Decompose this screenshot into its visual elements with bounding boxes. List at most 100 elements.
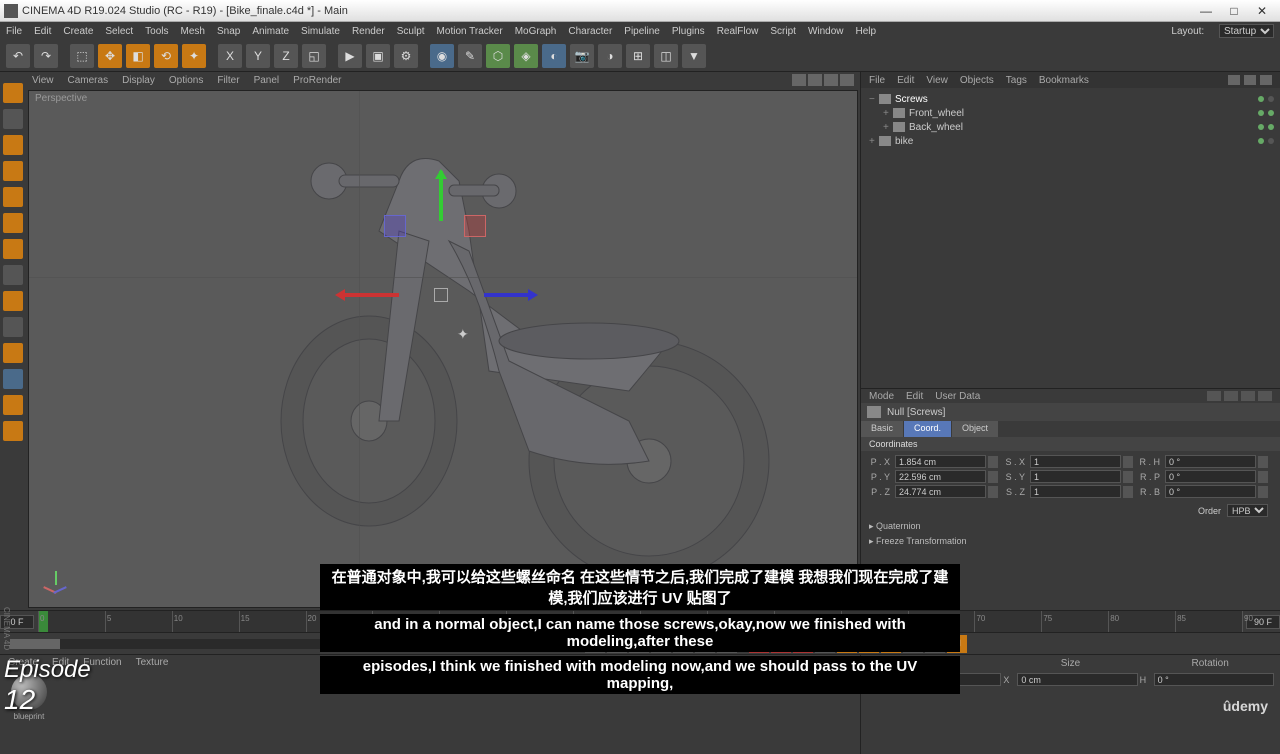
expand-icon[interactable]: − <box>869 94 879 105</box>
camera-icon[interactable]: 📷 <box>570 44 594 68</box>
vp-menu-prorender[interactable]: ProRender <box>293 75 341 86</box>
environment-icon[interactable]: ◐ <box>542 44 566 68</box>
spinner-icon[interactable] <box>1258 486 1268 498</box>
last-tool-icon[interactable]: ✦ <box>182 44 206 68</box>
axis-x-icon[interactable]: X <box>218 44 242 68</box>
coord-system-icon[interactable]: ◱ <box>302 44 326 68</box>
scale-tool-icon[interactable]: ◧ <box>126 44 150 68</box>
vp-maximize-icon[interactable] <box>840 74 854 86</box>
vp-menu-filter[interactable]: Filter <box>217 75 239 86</box>
tag-icon[interactable]: ▼ <box>682 44 706 68</box>
gizmo-yz-plane[interactable] <box>384 215 406 237</box>
gizmo-y-axis[interactable] <box>439 171 443 221</box>
deformer-icon[interactable]: ◈ <box>514 44 538 68</box>
workplane-icon[interactable] <box>3 161 23 181</box>
menu-edit[interactable]: Edit <box>34 26 51 37</box>
snap-icon[interactable] <box>3 343 23 363</box>
expand-icon[interactable]: + <box>869 136 879 147</box>
planar-workplane-icon[interactable] <box>3 421 23 441</box>
axis-z-icon[interactable]: Z <box>274 44 298 68</box>
menu-create[interactable]: Create <box>63 26 93 37</box>
menu-select[interactable]: Select <box>105 26 133 37</box>
vp-pan-icon[interactable] <box>792 74 806 86</box>
obj-menu-tags[interactable]: Tags <box>1006 75 1027 86</box>
render-region-icon[interactable]: ▣ <box>366 44 390 68</box>
light-icon[interactable]: ◑ <box>598 44 622 68</box>
primitive-icon[interactable]: ◉ <box>430 44 454 68</box>
gizmo-center[interactable] <box>434 288 448 302</box>
menu-motiontracker[interactable]: Motion Tracker <box>437 26 503 37</box>
axis-y-icon[interactable]: Y <box>246 44 270 68</box>
minimize-button[interactable]: — <box>1192 4 1220 18</box>
coord-size-x[interactable] <box>1017 673 1137 686</box>
spinner-icon[interactable] <box>1123 471 1133 483</box>
obj-menu-edit[interactable]: Edit <box>897 75 914 86</box>
menu-render[interactable]: Render <box>352 26 385 37</box>
point-mode-icon[interactable] <box>3 187 23 207</box>
input-px[interactable] <box>895 455 986 468</box>
obj-menu-bookmarks[interactable]: Bookmarks <box>1039 75 1089 86</box>
vp-zoom-icon[interactable] <box>808 74 822 86</box>
make-editable-icon[interactable] <box>3 83 23 103</box>
obj-path-icon[interactable] <box>1260 75 1272 85</box>
spinner-icon[interactable] <box>988 486 998 498</box>
input-rh[interactable] <box>1165 455 1256 468</box>
locked-workplane-icon[interactable] <box>3 395 23 415</box>
menu-mograph[interactable]: MoGraph <box>515 26 557 37</box>
vp-menu-cameras[interactable]: Cameras <box>68 75 109 86</box>
gizmo-xz-plane[interactable] <box>464 215 486 237</box>
select-tool-icon[interactable]: ⬚ <box>70 44 94 68</box>
vp-menu-panel[interactable]: Panel <box>254 75 280 86</box>
input-rp[interactable] <box>1165 470 1256 483</box>
tab-coord[interactable]: Coord. <box>904 421 951 437</box>
menu-snap[interactable]: Snap <box>217 26 240 37</box>
gizmo-x-axis[interactable] <box>339 293 399 297</box>
input-pz[interactable] <box>895 485 986 498</box>
grid-icon[interactable]: ⊞ <box>626 44 650 68</box>
spinner-icon[interactable] <box>1258 456 1268 468</box>
obj-menu-objects[interactable]: Objects <box>960 75 994 86</box>
vp-menu-options[interactable]: Options <box>169 75 203 86</box>
redo-icon[interactable]: ↷ <box>34 44 58 68</box>
axis-mode-icon[interactable] <box>3 265 23 285</box>
attr-menu-userdata[interactable]: User Data <box>935 391 980 402</box>
menu-mesh[interactable]: Mesh <box>181 26 205 37</box>
input-rb[interactable] <box>1165 485 1256 498</box>
attr-up-icon[interactable] <box>1241 391 1255 401</box>
layout-select[interactable]: Startup <box>1219 24 1274 38</box>
obj-menu-file[interactable]: File <box>869 75 885 86</box>
tab-basic[interactable]: Basic <box>861 421 903 437</box>
spinner-icon[interactable] <box>988 471 998 483</box>
mat-menu-texture[interactable]: Texture <box>136 657 169 668</box>
tree-item-back-wheel[interactable]: + Back_wheel <box>865 120 1276 134</box>
attr-home-icon[interactable] <box>1224 391 1238 401</box>
obj-menu-view[interactable]: View <box>926 75 948 86</box>
undo-icon[interactable]: ↶ <box>6 44 30 68</box>
obj-filter-icon[interactable] <box>1244 75 1256 85</box>
expand-icon[interactable]: + <box>883 122 893 133</box>
input-sy[interactable] <box>1030 470 1121 483</box>
menu-tools[interactable]: Tools <box>145 26 168 37</box>
attr-menu-edit[interactable]: Edit <box>906 391 923 402</box>
model-mode-icon[interactable] <box>3 109 23 129</box>
menu-file[interactable]: File <box>6 26 22 37</box>
spinner-icon[interactable] <box>988 456 998 468</box>
menu-sculpt[interactable]: Sculpt <box>397 26 425 37</box>
render-settings-icon[interactable]: ⚙ <box>394 44 418 68</box>
viewport-solo-icon[interactable] <box>3 317 23 337</box>
rotate-tool-icon[interactable]: ⟲ <box>154 44 178 68</box>
generator-icon[interactable]: ⬡ <box>486 44 510 68</box>
obj-search-icon[interactable] <box>1228 75 1240 85</box>
menu-realflow[interactable]: RealFlow <box>717 26 759 37</box>
vp-menu-view[interactable]: View <box>32 75 54 86</box>
workplane-lock-icon[interactable] <box>3 369 23 389</box>
floor-icon[interactable]: ◫ <box>654 44 678 68</box>
attr-menu-mode[interactable]: Mode <box>869 391 894 402</box>
tree-item-screws[interactable]: − Screws <box>865 92 1276 106</box>
object-tree[interactable]: − Screws + Front_wheel + Back_wheel + b <box>861 88 1280 388</box>
input-sz[interactable] <box>1030 485 1121 498</box>
gizmo-z-axis[interactable] <box>484 293 534 297</box>
menu-script[interactable]: Script <box>770 26 796 37</box>
render-view-icon[interactable]: ▶ <box>338 44 362 68</box>
vp-menu-display[interactable]: Display <box>122 75 155 86</box>
